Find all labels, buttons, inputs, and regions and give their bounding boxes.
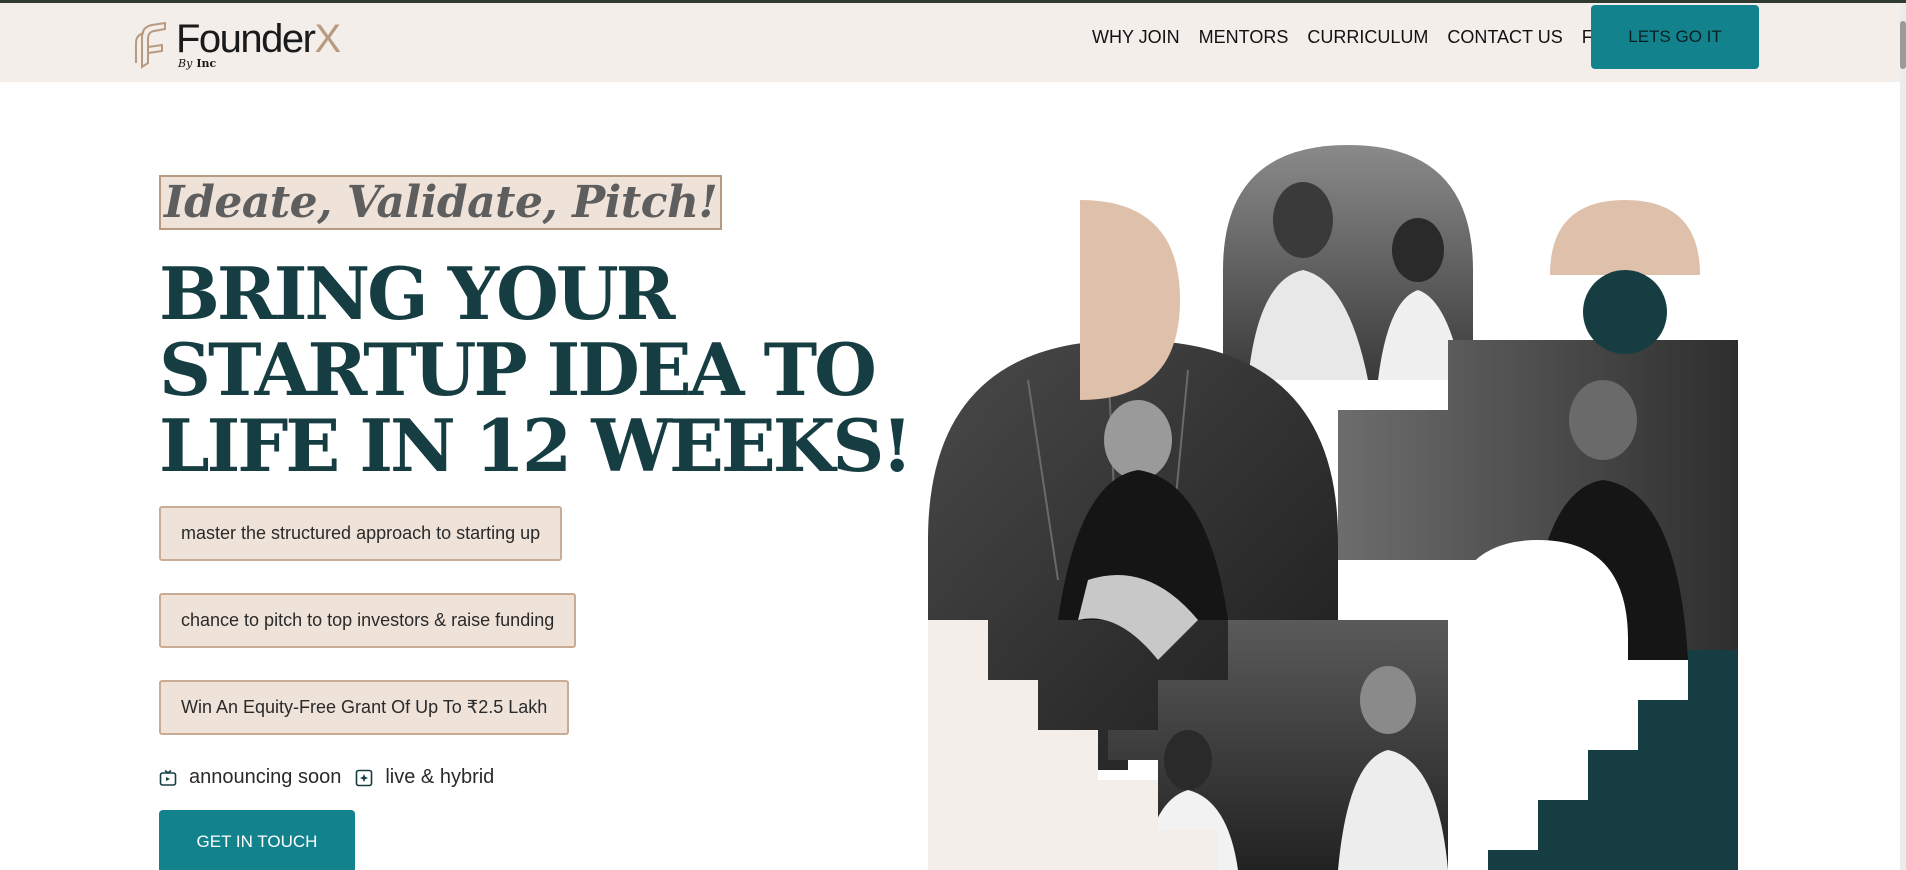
hero-photo-collage	[928, 145, 1738, 870]
logo-x: X	[314, 17, 341, 61]
hero-headline: BRING YOUR STARTUP IDEA TO LIFE IN 12 WE…	[159, 251, 913, 488]
tv-calendar-icon	[159, 769, 177, 786]
teal-circle-shape	[1583, 270, 1667, 354]
nav-contact-us[interactable]: CONTACT US	[1447, 27, 1562, 48]
lets-go-button[interactable]: LETS GO IT	[1591, 5, 1759, 69]
site-header: FounderX By Inc WHY JOIN MENTORS CURRICUL…	[0, 3, 1906, 82]
nav-mentors[interactable]: MENTORS	[1199, 27, 1289, 48]
logo-name: Founder	[176, 17, 316, 61]
meta-format: live & hybrid	[385, 766, 495, 788]
scrollbar[interactable]	[1900, 3, 1906, 870]
headline-line-3: LIFE IN 12 WEEKS!	[159, 403, 913, 488]
founderx-logo[interactable]: FounderX By Inc	[132, 17, 362, 73]
scrollbar-thumb[interactable]	[1900, 21, 1906, 69]
photo-panel-speaker-seated	[1223, 145, 1473, 380]
logo-byline: By Inc	[178, 57, 216, 70]
nav-curriculum[interactable]: CURRICULUM	[1307, 27, 1428, 48]
benefit-pill-pitch-investors: chance to pitch to top investors & raise…	[159, 593, 577, 648]
hero-tagline: Ideate, Validate, Pitch!	[159, 175, 723, 230]
meta-schedule: announcing soon	[189, 766, 342, 788]
nav-why-join[interactable]: WHY JOIN	[1092, 27, 1180, 48]
benefit-pill-structured-approach: master the structured approach to starti…	[159, 506, 563, 561]
headline-line-1: BRING YOUR	[159, 251, 675, 336]
benefit-pill-grant: Win An Equity-Free Grant Of Up To ₹2.5 L…	[159, 680, 570, 735]
main-nav: WHY JOIN MENTORS CURRICULUM CONTACT US F…	[1092, 27, 1637, 48]
live-format-icon	[356, 769, 373, 786]
logo-wordmark: FounderX	[176, 17, 341, 62]
peach-dome-shape	[1550, 200, 1700, 275]
logo-company: Inc	[196, 57, 217, 70]
logo-by-text: By	[178, 57, 193, 70]
founderx-logo-icon	[135, 21, 166, 69]
headline-line-2: STARTUP IDEA TO	[159, 327, 877, 412]
hero-meta: announcing soon live & hybrid	[159, 766, 508, 789]
get-in-touch-button[interactable]: GET IN TOUCH	[159, 810, 355, 870]
